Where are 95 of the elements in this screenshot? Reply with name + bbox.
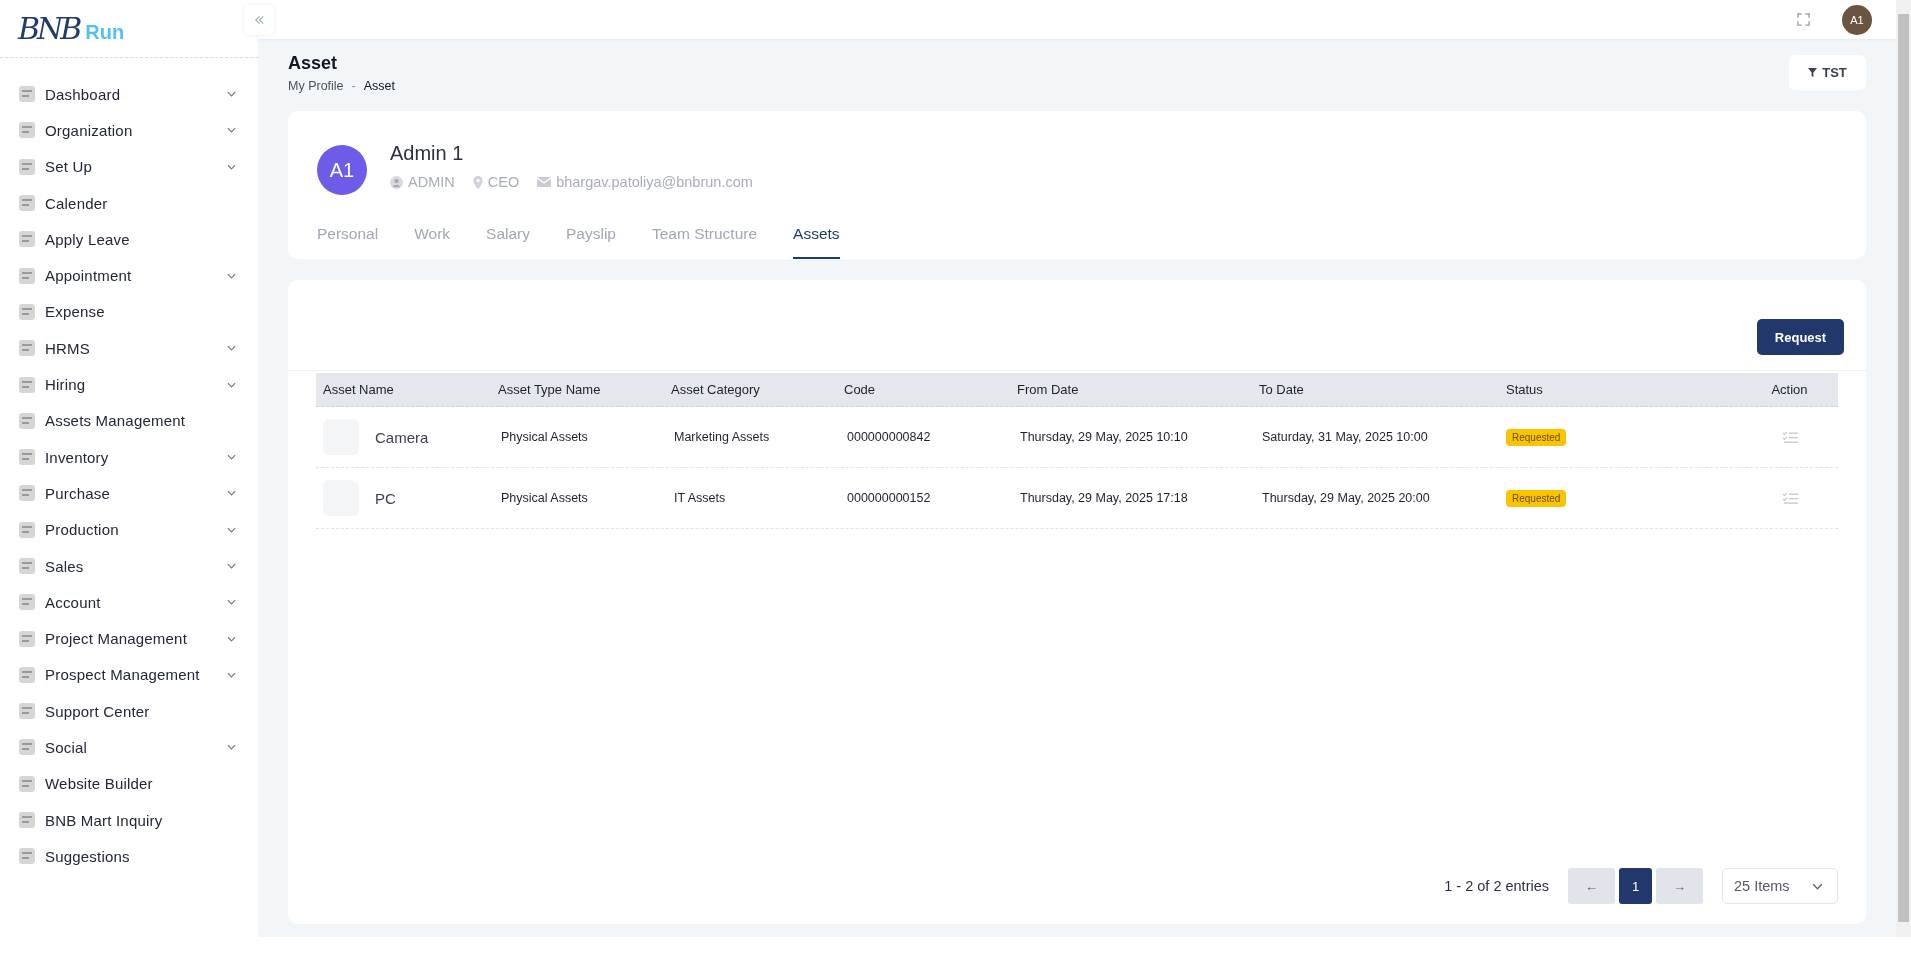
profile-role: ADMIN [408,174,455,190]
double-chevron-left-icon [253,14,265,25]
entries-summary: 1 - 2 of 2 entries [1444,878,1549,894]
table-cell: 000000000152 [847,491,931,505]
previous-page-button[interactable]: ← [1568,868,1615,904]
column-header: Status [1505,382,1544,397]
envelope-icon [537,177,552,187]
tile-icon [17,265,37,286]
sidebar-item[interactable]: Suggestions [0,838,258,875]
column-header: From Date [1016,382,1080,397]
status-badge: Requested [1506,428,1567,446]
column-header: Asset Type Name [497,382,602,397]
chevron-down-icon [1812,882,1823,890]
sidebar-item[interactable]: Account [0,584,258,621]
profile-email: bhargav.patoliya@bnbrun.com [556,174,753,190]
tile-icon [17,556,37,576]
fullscreen-icon[interactable] [1797,13,1810,26]
asset-name: Camera [375,428,429,446]
tile-icon [17,737,37,758]
table-cell: IT Assets [674,491,726,505]
sidebar-item[interactable]: Sales [0,547,258,585]
user-avatar[interactable]: A1 [1842,4,1872,35]
filter-icon [1808,68,1818,77]
tile-icon [17,410,37,431]
sidebar-item[interactable]: Inventory [0,438,258,476]
column-header: Code [843,382,877,397]
checklist-icon[interactable] [1781,492,1798,504]
profile-tab[interactable]: Assets [793,225,840,259]
bnb-run-logo: BNB Run [18,11,125,46]
tile-icon [17,592,37,613]
table-cell: Marketing Assets [674,430,770,444]
table-cell: Thursday, 29 May, 2025 10:10 [1020,430,1188,444]
profile-designation: CEO [487,174,520,190]
table-cell: Thursday, 29 May, 2025 17:18 [1020,491,1188,505]
tile-icon [17,810,37,831]
column-header: Asset Name [322,382,395,397]
request-button[interactable]: Request [1757,319,1844,355]
tile-icon [17,628,37,649]
sidebar-item[interactable]: Production [0,511,258,548]
column-header: Action [1770,382,1809,397]
location-pin-icon [472,175,483,189]
tile-icon [17,338,37,359]
sidebar-item[interactable]: Assets Management [0,402,258,439]
asset-name: PC [375,489,396,507]
tile-icon [17,701,37,722]
sidebar-item[interactable]: BNB Mart Inquiry [0,801,258,839]
table-cell: Physical Assets [501,491,588,505]
sidebar-item[interactable]: Project Management [0,620,258,657]
sidebar-item[interactable]: Dashboard [0,76,258,113]
column-header: Asset Category [670,382,761,397]
sidebar-item[interactable]: Social [0,729,258,766]
sidebar-item[interactable]: Calender [0,184,258,222]
sidebar-item[interactable]: Purchase [0,475,258,512]
profile-avatar: A1 [317,145,367,195]
table-cell: Thursday, 29 May, 2025 20:00 [1262,491,1430,505]
collapse-sidebar-button[interactable] [244,4,274,35]
profile-name: Admin 1 [390,142,465,165]
sidebar-item[interactable]: Apply Leave [0,221,258,258]
sidebar-item[interactable]: Website Builder [0,765,258,802]
sidebar-item[interactable]: Expense [0,293,258,331]
tile-icon [17,374,37,395]
status-badge: Requested [1506,489,1567,507]
sidebar-item[interactable]: Organization [0,112,258,149]
tile-icon [17,193,37,214]
sidebar-item[interactable]: Prospect Management [0,656,258,694]
tile-icon [17,447,37,468]
next-page-button[interactable]: → [1656,868,1703,904]
table-cell: 000000000842 [847,430,931,444]
tile-icon [17,229,37,250]
tile-icon [17,519,37,540]
tile-icon [17,773,37,794]
page-title: Asset [288,53,339,74]
sidebar-item[interactable]: Set Up [0,148,258,185]
sidebar-item[interactable]: Appointment [0,257,258,294]
table-cell: Physical Assets [501,430,588,444]
sidebar-item[interactable]: Hiring [0,366,258,403]
tile-icon [17,664,37,685]
tile-icon [17,846,37,867]
tile-icon [17,84,37,105]
tile-icon [17,483,37,504]
user-icon [390,175,403,189]
sidebar-item[interactable]: Support Center [0,693,258,730]
tile-icon [17,156,37,177]
column-header: To Date [1258,382,1305,397]
checklist-icon[interactable] [1781,431,1798,443]
sidebar-item[interactable]: HRMS [0,330,258,367]
filter-button[interactable]: TST [1789,55,1866,90]
breadcrumb-item[interactable]: My Profile [288,79,344,93]
tile-icon [17,301,37,322]
table-cell: Saturday, 31 May, 2025 10:00 [1262,430,1428,444]
tile-icon [17,120,37,141]
items-per-page-dropdown[interactable]: 25 Items [1722,868,1838,904]
breadcrumb-separator: - [351,79,356,93]
breadcrumb-item: Asset [363,79,395,93]
page-button[interactable]: 1 [1619,868,1652,904]
